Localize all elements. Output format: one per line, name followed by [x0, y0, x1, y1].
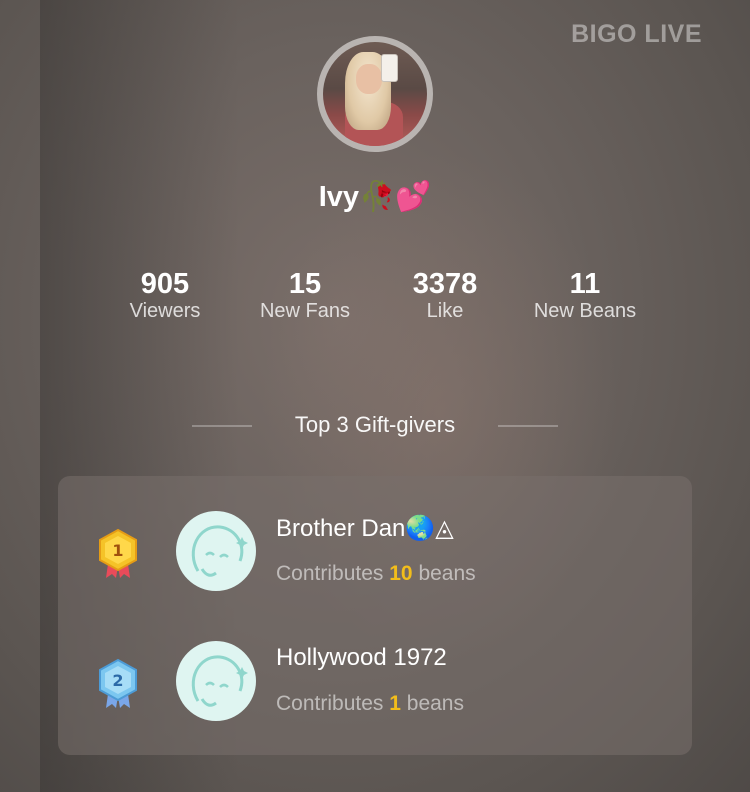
- silver-medal-icon: 2: [99, 658, 137, 708]
- giver-row[interactable]: 1 Brother Dan🌏◬ Contributes 10 beans: [58, 496, 692, 606]
- contrib-suffix: beans: [406, 692, 464, 715]
- contrib-suffix: beans: [418, 562, 476, 585]
- stat-value: 905: [140, 268, 190, 300]
- stat-viewers: 905 Viewers: [85, 268, 245, 322]
- beans-count: 1: [389, 692, 401, 715]
- giver-avatar[interactable]: [176, 641, 256, 721]
- stat-label: New Fans: [259, 300, 351, 322]
- streamer-name: Ivy🥀💕: [318, 181, 432, 213]
- stat-label: New Beans: [533, 300, 637, 322]
- stat-new-beans: 11 New Beans: [505, 268, 665, 322]
- streamer-avatar[interactable]: [317, 36, 433, 152]
- streamer-photo: [323, 42, 427, 146]
- gold-medal-icon: 1: [99, 528, 137, 578]
- gift-givers-card: 1 Brother Dan🌏◬ Contributes 10 beans 2 H…: [58, 476, 692, 755]
- stat-value: 11: [569, 268, 601, 300]
- giver-name: Hollywood 1972: [276, 644, 447, 671]
- contrib-prefix: Contributes: [276, 692, 384, 715]
- default-avatar-icon: [191, 655, 248, 707]
- giver-contribution: Contributes 10 beans: [276, 562, 476, 586]
- giver-avatar[interactable]: [176, 511, 256, 591]
- section-title: Top 3 Gift-givers: [294, 412, 456, 437]
- default-avatar-icon: [191, 525, 248, 577]
- stat-label: Like: [426, 300, 464, 322]
- divider-right: [498, 425, 558, 427]
- giver-contribution: Contributes 1 beans: [276, 692, 464, 716]
- brand-watermark: BIGO LIVE: [571, 20, 702, 48]
- stat-new-fans: 15 New Fans: [225, 268, 385, 322]
- stat-like: 3378 Like: [365, 268, 525, 322]
- giver-row[interactable]: 2 Hollywood 1972 Contributes 1 beans: [58, 626, 692, 736]
- stat-value: 15: [288, 268, 322, 300]
- giver-name: Brother Dan🌏◬: [276, 515, 454, 542]
- medal-rank: 2: [112, 671, 123, 690]
- medal-rank: 1: [112, 541, 123, 560]
- stat-label: Viewers: [129, 300, 201, 322]
- contrib-prefix: Contributes: [276, 562, 384, 585]
- stat-value: 3378: [412, 268, 478, 300]
- beans-count: 10: [389, 562, 413, 585]
